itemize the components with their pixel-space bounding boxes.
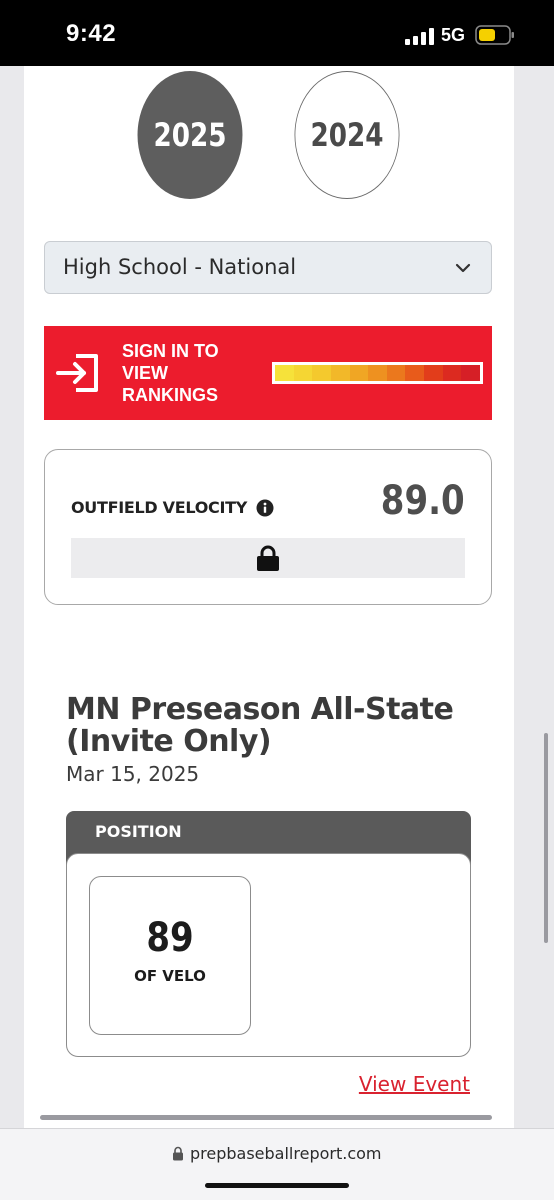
meter-segment [424, 365, 443, 381]
position-card: 89 OF VELO [66, 853, 471, 1057]
info-icon[interactable] [256, 499, 274, 517]
status-bar: 9:42 5G [0, 0, 554, 66]
meter-segment [293, 365, 313, 381]
view-event-link[interactable]: View Event [359, 1072, 470, 1096]
meter-segment [368, 365, 387, 381]
rankings-meter [272, 362, 483, 384]
meter-segment [405, 365, 425, 381]
signin-banner[interactable]: SIGN IN TO VIEW RANKINGS [44, 326, 492, 420]
stat-value: 89 [146, 915, 194, 961]
signal-icon [405, 27, 435, 45]
battery-icon [475, 25, 514, 45]
lock-icon [173, 1146, 183, 1161]
url-text: prepbaseballreport.com [190, 1144, 382, 1163]
level-select[interactable]: High School - National [44, 241, 492, 294]
horizontal-scrollbar[interactable] [40, 1115, 492, 1120]
meter-segment [275, 365, 294, 381]
year-2025-button[interactable]: 2025 [137, 71, 243, 199]
event-title: MN Preseason All-State (Invite Only) [66, 692, 454, 759]
level-select-value: High School - National [63, 255, 297, 279]
meter-segment [349, 365, 369, 381]
meter-segment [312, 365, 331, 381]
signin-text: SIGN IN TO VIEW RANKINGS [122, 341, 219, 405]
meter-segment [386, 365, 406, 381]
home-indicator[interactable] [205, 1183, 349, 1188]
locked-rank-bar[interactable] [71, 538, 465, 578]
meter-segment [330, 365, 350, 381]
velocity-value: 89.0 [381, 478, 465, 524]
lock-icon [257, 545, 279, 571]
meter-segment [461, 365, 481, 381]
meter-segment [442, 365, 462, 381]
chevron-down-icon [455, 263, 471, 273]
vertical-scrollbar[interactable] [544, 733, 548, 943]
velocity-card: OUTFIELD VELOCITY 89.0 [44, 449, 492, 605]
browser-address-bar[interactable]: prepbaseballreport.com [0, 1128, 554, 1200]
year-2024-button[interactable]: 2024 [294, 71, 400, 199]
sign-in-icon [56, 354, 98, 392]
event-date: Mar 15, 2025 [66, 762, 200, 786]
velocity-label: OUTFIELD VELOCITY [71, 498, 248, 517]
network-label: 5G [441, 25, 466, 45]
status-time: 9:42 [66, 20, 117, 47]
stat-label: OF VELO [134, 967, 206, 985]
position-header-label: POSITION [95, 822, 182, 841]
stat-tile: 89 OF VELO [89, 876, 251, 1035]
